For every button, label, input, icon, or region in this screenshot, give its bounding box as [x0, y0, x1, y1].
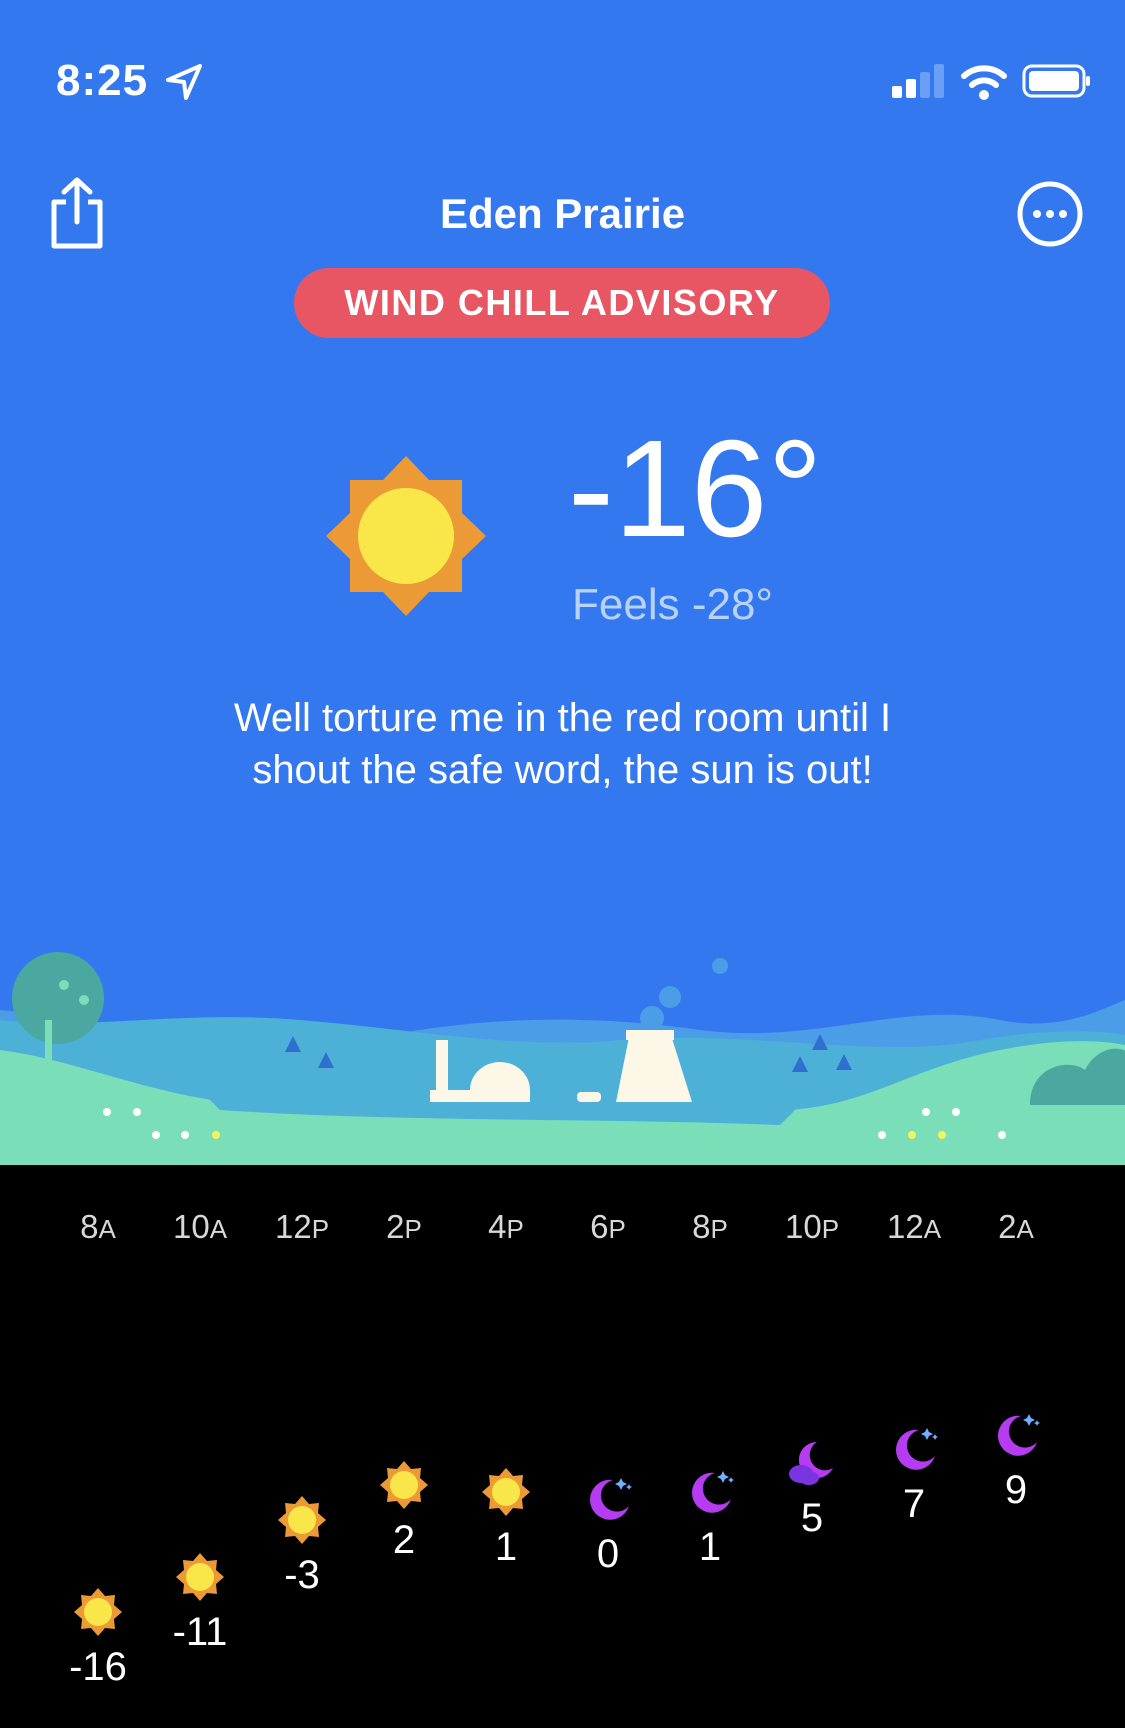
hour-number: 4: [488, 1208, 507, 1245]
hour-period: P: [821, 1214, 840, 1244]
wind-chill-advisory-badge[interactable]: WIND CHILL ADVISORY: [294, 268, 830, 338]
quip-line-1: Well torture me in the red room until I: [233, 696, 892, 740]
hour-label: 10P: [762, 1208, 862, 1246]
moon-stars-icon: [991, 1410, 1041, 1460]
forecast-temperature: -11: [172, 1609, 228, 1654]
hour-label: 2P: [354, 1208, 454, 1246]
hour-period: P: [404, 1214, 422, 1244]
hour-label: 2A: [966, 1208, 1066, 1246]
hour-number: 12: [274, 1208, 312, 1245]
hour-number: 12: [886, 1208, 924, 1245]
hour-period: P: [506, 1214, 524, 1244]
moon-stars-icon: [889, 1424, 939, 1474]
hour-period: P: [710, 1214, 728, 1244]
hour-period: A: [1016, 1214, 1034, 1244]
hour-period: P: [608, 1214, 626, 1244]
sun-icon: [175, 1552, 225, 1602]
hour-number: 8: [692, 1208, 711, 1245]
moon-stars-icon: [685, 1467, 735, 1517]
sun-icon: [326, 456, 486, 616]
city-name: Eden Prairie: [439, 190, 686, 237]
location-arrow-icon: [166, 64, 202, 100]
forecast-temperature: 9: [1004, 1468, 1028, 1512]
hour-number: 8: [80, 1208, 99, 1245]
moon-cloud-icon: [787, 1438, 837, 1488]
hour-label: 8A: [48, 1208, 148, 1246]
feels-like-temperature: Feels -28°: [572, 580, 774, 629]
forecast-hour-labels: 8A 10A 12P 2P 4P 6P 8P 10P 12A 2A: [0, 1208, 1125, 1248]
hour-period: A: [209, 1214, 228, 1244]
battery-icon: [1022, 64, 1090, 98]
hour-number: 6: [590, 1208, 609, 1245]
weather-quip: Well torture me in the red room until I …: [120, 692, 1005, 796]
sun-icon: [379, 1460, 429, 1510]
hour-label: 10A: [150, 1208, 250, 1246]
hour-period: A: [923, 1214, 942, 1244]
hour-label: 8P: [660, 1208, 760, 1246]
status-time: 8:25: [56, 56, 149, 105]
sun-icon: [481, 1467, 531, 1517]
hour-number: 10: [784, 1208, 822, 1245]
cellular-signal-icon: [892, 64, 944, 98]
hour-label: 12P: [252, 1208, 352, 1246]
wifi-icon: [961, 65, 1007, 100]
moon-stars-icon: [583, 1474, 633, 1524]
hour-period: A: [98, 1214, 116, 1244]
hour-label: 6P: [558, 1208, 658, 1246]
current-temperature: -16°: [568, 412, 823, 566]
hour-number: 2: [998, 1208, 1017, 1245]
sun-icon: [73, 1587, 123, 1637]
hour-period: P: [311, 1214, 330, 1244]
hour-label: 12A: [864, 1208, 964, 1246]
hour-number: 2: [386, 1208, 405, 1245]
hour-label: 4P: [456, 1208, 556, 1246]
quip-line-2: shout the safe word, the sun is out!: [252, 748, 873, 792]
more-options-button[interactable]: [1016, 180, 1084, 248]
current-weather-panel: 8:25 Eden Prairie WIND CHILL ADVISORY -1…: [0, 0, 1125, 1165]
landscape-illustration: [0, 952, 1125, 1165]
sun-icon: [277, 1495, 327, 1545]
hour-number: 10: [172, 1208, 210, 1245]
